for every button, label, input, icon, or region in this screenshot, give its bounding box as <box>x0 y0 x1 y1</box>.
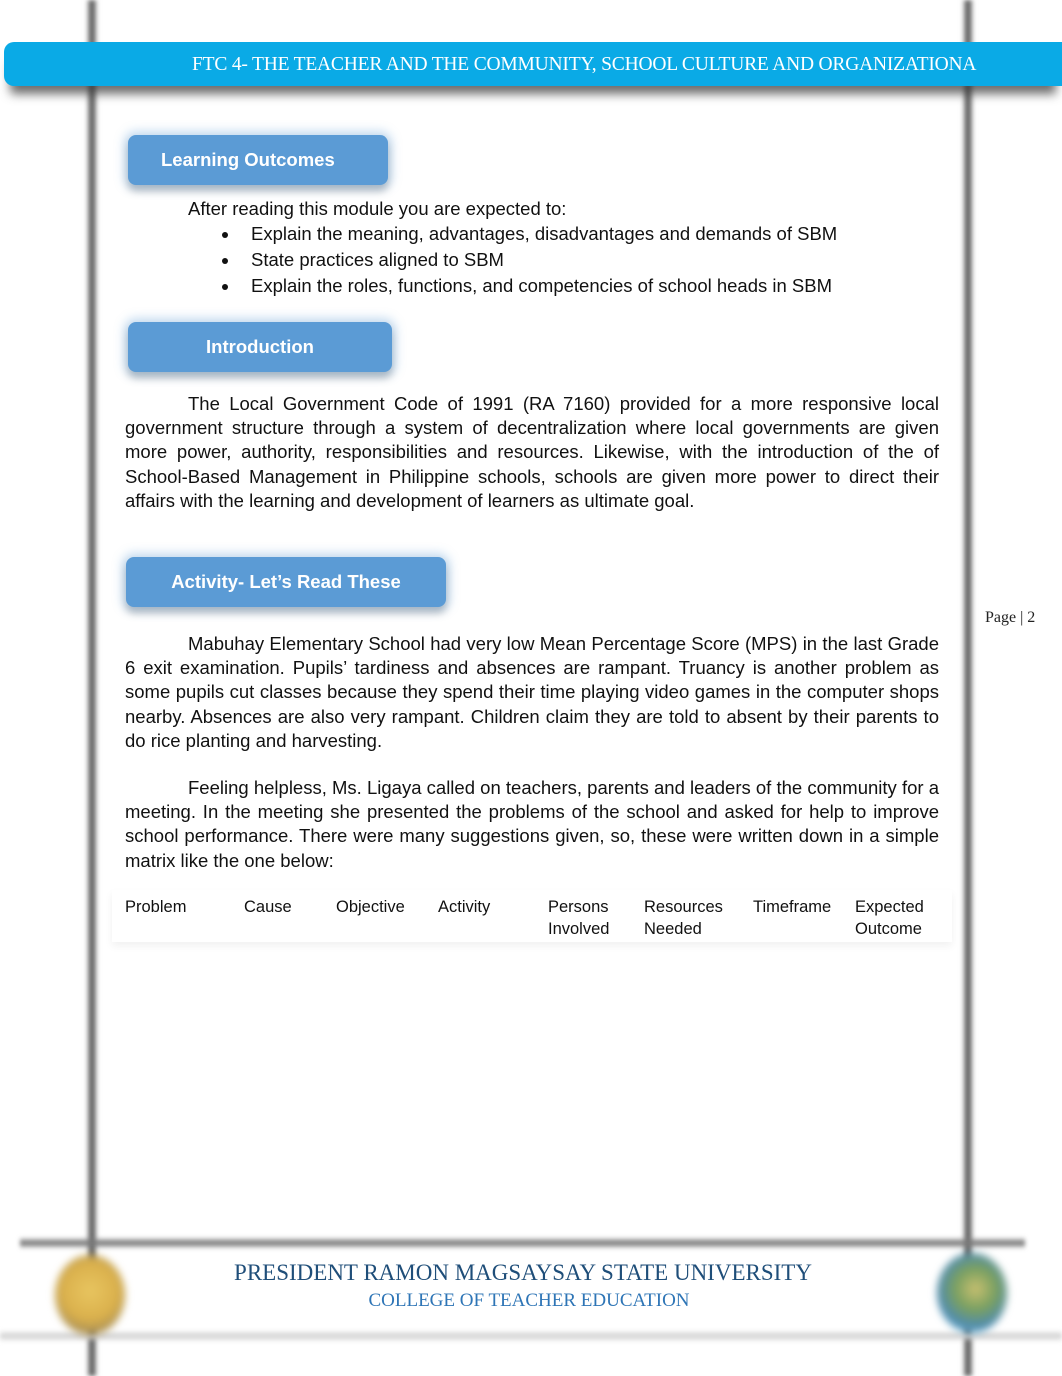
list-item-text: Explain the roles, functions, and compet… <box>251 275 833 297</box>
learning-outcomes-heading: Learning Outcomes <box>128 135 388 185</box>
matrix-column-header: Expected Outcome <box>855 898 924 938</box>
learning-outcomes-lead: After reading this module you are expect… <box>188 198 567 219</box>
activity-heading: Activity- Let’s Read These <box>126 557 446 607</box>
matrix-column-header: Problem <box>125 898 187 916</box>
frame-right-bar <box>962 0 974 1376</box>
list-item: Explain the roles, functions, and compet… <box>220 273 837 299</box>
matrix-column-header: Cause <box>244 898 292 916</box>
matrix-column-header: Resources Needed <box>644 898 723 938</box>
list-item-text: Explain the meaning, advantages, disadva… <box>251 223 838 244</box>
matrix-column-header: Timeframe <box>753 898 832 916</box>
activity-paragraph-1: Mabuhay Elementary School had very low M… <box>125 633 939 751</box>
learning-outcomes-heading-text: Learning Outcomes <box>161 149 335 170</box>
college-name: COLLEGE OF TEACHER EDUCATION <box>368 1290 690 1311</box>
matrix-column-header: Persons Involved <box>548 898 610 938</box>
frame-left-bar <box>86 0 98 1376</box>
list-item-text: State practices aligned to SBM <box>251 249 504 271</box>
course-title: FTC 4- THE TEACHER AND THE COMMUNITY, SC… <box>192 54 977 75</box>
matrix-column-header: Activity <box>438 898 491 916</box>
footer-top-bar <box>20 1237 1025 1249</box>
introduction-heading-text: Introduction <box>206 336 314 357</box>
list-item: State practices aligned to SBM <box>220 247 837 273</box>
bullet-icon <box>222 258 228 265</box>
university-name: PRESIDENT RAMON MAGSAYSAY STATE UNIVERSI… <box>234 1260 812 1285</box>
introduction-heading: Introduction <box>128 322 392 372</box>
matrix-column-header: Objective <box>336 898 405 916</box>
activity-paragraph-2: Feeling helpless, Ms. Ligaya called on t… <box>125 777 939 871</box>
bullet-icon <box>222 232 228 238</box>
footer-bottom-bar <box>0 1330 1062 1342</box>
learning-outcomes-list: Explain the meaning, advantages, disadva… <box>220 221 837 300</box>
planning-matrix-header: Problem Cause Objective Activity Persons… <box>112 890 952 942</box>
introduction-paragraph: The Local Government Code of 1991 (RA 71… <box>125 393 939 511</box>
activity-heading-text: Activity- Let’s Read These <box>171 571 401 592</box>
bullet-icon <box>222 284 228 291</box>
page-number: Page | 2 <box>985 609 1036 626</box>
list-item: Explain the meaning, advantages, disadva… <box>220 221 837 247</box>
